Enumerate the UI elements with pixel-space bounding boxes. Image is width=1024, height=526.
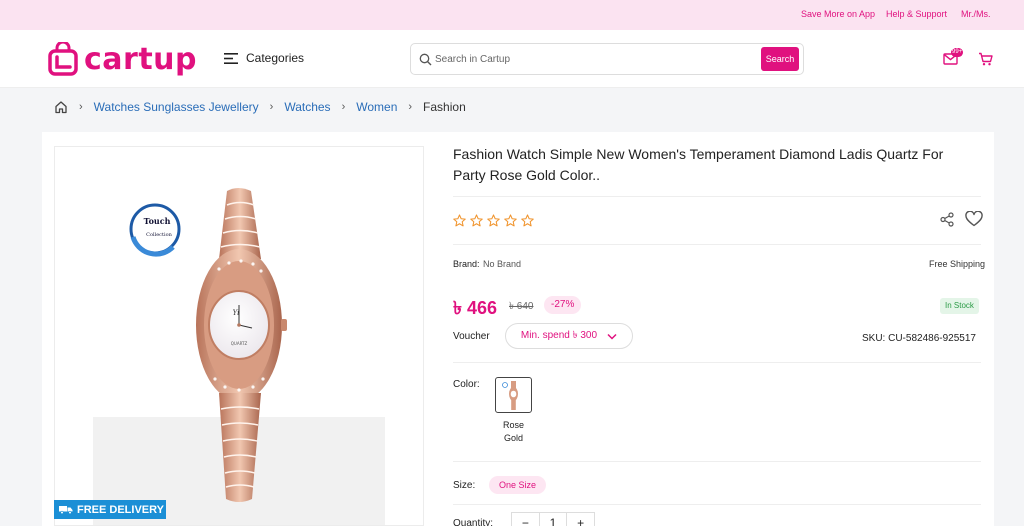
header: cartup Categories Search 99+ <box>0 30 1024 88</box>
star-icon <box>487 214 500 227</box>
current-price: ৳ 466 <box>453 298 497 318</box>
star-icon <box>504 214 517 227</box>
divider <box>453 362 981 363</box>
free-shipping-label: Free Shipping <box>929 259 986 269</box>
cart-button[interactable] <box>978 52 993 71</box>
breadcrumb: › Watches Sunglasses Jewellery › Watches… <box>54 100 466 114</box>
search-button[interactable]: Search <box>761 47 799 71</box>
quantity-stepper: − 1 + <box>511 512 595 526</box>
star-icon <box>521 214 534 227</box>
original-price: ৳ 640 <box>509 301 534 312</box>
quantity-label: Quantity: <box>453 518 494 526</box>
free-delivery-label: FREE DELIVERY <box>77 503 164 516</box>
rating-stars <box>453 214 534 227</box>
star-icon <box>453 214 466 227</box>
breadcrumb-separator-icon: › <box>79 101 83 113</box>
voucher-value: Min. spend ৳ 300 <box>520 329 598 341</box>
breadcrumb-link[interactable]: Women <box>356 100 397 114</box>
heart-icon <box>965 210 983 227</box>
menu-icon <box>224 52 238 64</box>
voucher-label: Voucher <box>453 331 490 342</box>
share-button[interactable] <box>940 212 954 232</box>
divider <box>453 461 981 462</box>
product-image[interactable]: Touch Collection Yi QUARTZ <box>54 146 424 526</box>
size-label: Size: <box>453 480 476 491</box>
sku-label: SKU: CU-582486-925517 <box>862 333 976 344</box>
product-watch-image: Touch Collection Yi QUARTZ <box>93 188 385 525</box>
wishlist-button[interactable] <box>965 210 983 232</box>
divider <box>453 504 981 505</box>
brand-label: Brand: <box>453 259 480 269</box>
color-label: Color: <box>453 379 480 390</box>
divider <box>453 196 981 197</box>
home-icon[interactable] <box>54 100 68 114</box>
save-more-on-app-link[interactable]: Save More on App <box>801 9 875 19</box>
breadcrumb-separator-icon: › <box>269 101 274 113</box>
quantity-decrease-button[interactable]: − <box>512 513 539 526</box>
breadcrumb-separator-icon: › <box>408 101 413 113</box>
messages-badge: 99+ <box>951 48 964 57</box>
cart-bag-logo-icon <box>48 42 78 76</box>
free-delivery-badge: FREE DELIVERY <box>54 500 166 519</box>
quantity-value[interactable]: 1 <box>538 513 568 526</box>
color-swatch-rose-gold[interactable] <box>495 377 532 413</box>
swatch-watch-thumbnail <box>502 381 518 410</box>
stock-status-badge: In Stock <box>940 298 979 314</box>
categories-label: Categories <box>246 51 305 65</box>
breadcrumb-current: Fashion <box>423 100 466 114</box>
share-icon <box>940 212 954 227</box>
cart-icon <box>979 52 993 66</box>
size-option-one-size[interactable]: One Size <box>489 476 547 494</box>
brand-value[interactable]: No Brand <box>483 259 521 269</box>
breadcrumb-link[interactable]: Watches Sunglasses Jewellery <box>94 100 259 114</box>
breadcrumb-link[interactable]: Watches <box>284 100 330 114</box>
categories-menu[interactable]: Categories <box>224 51 304 65</box>
discount-badge: -27% <box>544 296 582 314</box>
search-icon <box>419 53 432 66</box>
truck-icon <box>59 506 73 514</box>
breadcrumb-separator-icon: › <box>341 101 346 113</box>
logo[interactable]: cartup <box>48 40 197 78</box>
user-account-link[interactable]: Mr./Ms. <box>961 9 991 19</box>
search-bar: Search <box>410 43 804 75</box>
search-input[interactable] <box>435 49 755 69</box>
top-bar: Save More on App Help & Support Mr./Ms. <box>0 0 1024 30</box>
chevron-down-icon <box>607 333 617 340</box>
brand-mark-line2: Collection <box>146 232 172 238</box>
divider <box>453 244 981 245</box>
logo-text: cartup <box>84 41 197 77</box>
voucher-dropdown[interactable]: Min. spend ৳ 300 <box>505 323 633 349</box>
help-support-link[interactable]: Help & Support <box>886 9 947 19</box>
svg-text:QUARTZ: QUARTZ <box>231 341 248 346</box>
quantity-increase-button[interactable]: + <box>567 513 594 526</box>
product-title: Fashion Watch Simple New Women's Tempera… <box>453 146 944 183</box>
color-option-label: Rose Gold <box>502 420 524 443</box>
star-icon <box>470 214 483 227</box>
brand-mark-line1: Touch <box>144 216 171 226</box>
svg-text:Yi: Yi <box>233 309 240 317</box>
